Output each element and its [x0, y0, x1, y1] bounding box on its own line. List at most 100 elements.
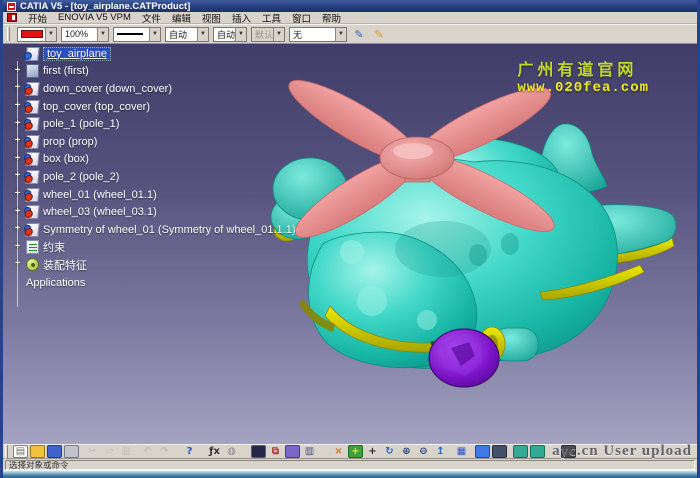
fly-mode-icon[interactable]: × [331, 445, 346, 458]
wireframe-view-icon[interactable] [530, 445, 545, 458]
cut-icon: ✂ [85, 445, 100, 458]
tree-item-first[interactable]: + first (first) [8, 63, 296, 81]
menu-file[interactable]: 文件 [142, 11, 161, 25]
assembly-features-icon [26, 258, 39, 271]
chevron-down-icon[interactable]: ▼ [97, 28, 108, 41]
menu-edit[interactable]: 编辑 [172, 11, 191, 25]
tree-item-wheel-01[interactable]: + wheel_01 (wheel_01.1) [8, 186, 296, 204]
expand-icon[interactable]: + [13, 84, 22, 93]
expand-icon[interactable]: + [13, 67, 22, 76]
chevron-down-icon[interactable]: ▼ [149, 28, 160, 41]
specification-tree: toy_airplane + first (first) + down_cove… [8, 45, 296, 291]
tree-item-pole-2[interactable]: + pole_2 (pole_2) [8, 168, 296, 186]
standard-toolbar: ▤✂▱▥↶↷?ƒx◍⧉▥×++↻⊕⊖↥▦ ayc.cn User upload [3, 444, 697, 458]
menu-view[interactable]: 视图 [202, 11, 221, 25]
line-weight-value: 自动 [169, 28, 187, 41]
part-icon [25, 223, 39, 237]
painter-brush-icon[interactable]: ✎ [351, 27, 367, 42]
tree-item-symmetry-of-wheel-01[interactable]: + Symmetry of wheel_01 (Symmetry of whee… [8, 221, 296, 239]
shaded-view-icon[interactable] [492, 445, 507, 458]
part-icon [25, 135, 39, 149]
toolbar-grip[interactable] [5, 445, 8, 459]
opacity-value: 100% [65, 29, 88, 39]
line-type-combo[interactable]: ▼ [113, 27, 161, 42]
normal-view-icon[interactable]: ↥ [433, 445, 448, 458]
part-icon [25, 100, 39, 114]
expand-icon[interactable]: + [13, 172, 22, 181]
expand-icon[interactable]: + [13, 260, 22, 269]
catalog-browser-icon[interactable] [285, 445, 300, 458]
expand-icon[interactable]: + [13, 155, 22, 164]
layer-combo[interactable]: 无 ▼ [289, 27, 347, 42]
menu-tools[interactable]: 工具 [262, 11, 281, 25]
chevron-down-icon[interactable]: ▼ [235, 28, 246, 41]
pan-icon[interactable]: + [365, 445, 380, 458]
tree-item-pole-1[interactable]: + pole_1 (pole_1) [8, 115, 296, 133]
hidden-line-view-icon[interactable] [513, 445, 528, 458]
menu-start[interactable]: 开始 [28, 11, 47, 25]
render-style-combo: 默认 ▼ [251, 27, 285, 42]
part-icon [25, 188, 39, 202]
expand-icon[interactable]: + [13, 208, 22, 217]
standard-toolbar-icons: ▤✂▱▥↶↷?ƒx◍⧉▥×++↻⊕⊖↥▦ [11, 445, 576, 458]
toolbar-grip[interactable] [7, 27, 10, 41]
undo-icon: ↶ [140, 445, 155, 458]
tree-item-wheel-03[interactable]: + wheel_03 (wheel_03.1) [8, 203, 296, 221]
tree-item-top-cover[interactable]: + top_cover (top_cover) [8, 98, 296, 116]
copy-icon: ▱ [102, 445, 117, 458]
zoom-out-icon[interactable]: ⊖ [416, 445, 431, 458]
menu-enovia[interactable]: ENOVIA V5 VPM [58, 12, 131, 23]
save-icon[interactable] [47, 445, 62, 458]
tree-item-constraints[interactable]: + 约束 [8, 239, 296, 257]
formula-icon[interactable]: ƒx [207, 445, 222, 458]
part-icon [25, 117, 39, 131]
color-combo[interactable]: ▼ [17, 27, 57, 42]
tree-item-down-cover[interactable]: + down_cover (down_cover) [8, 80, 296, 98]
data-structure-icon[interactable]: ▥ [302, 445, 317, 458]
tree-item-assembly-features[interactable]: + 装配特征 [8, 256, 296, 274]
title-bar[interactable]: CATIA V5 - [toy_airplane.CATProduct] [3, 0, 697, 12]
chat-icon[interactable]: ◍ [224, 445, 239, 458]
tree-item-toy-airplane[interactable]: toy_airplane [8, 45, 296, 63]
multi-view-icon[interactable]: ▦ [454, 445, 469, 458]
iso-view-icon[interactable] [475, 445, 490, 458]
fit-all-in-icon[interactable]: + [348, 445, 363, 458]
expand-icon[interactable]: + [13, 190, 22, 199]
line-weight-combo[interactable]: 自动 ▼ [165, 27, 209, 42]
chevron-down-icon[interactable]: ▼ [45, 28, 56, 41]
chevron-down-icon[interactable]: ▼ [335, 28, 346, 41]
3d-viewport[interactable]: 广州有道官网 www.020fea.com toy_airplane + fir… [3, 44, 697, 444]
screen-tips-icon[interactable] [251, 445, 266, 458]
expand-icon[interactable]: + [13, 225, 22, 234]
zoom-in-icon[interactable]: ⊕ [399, 445, 414, 458]
render-style-value: 默认 [255, 28, 273, 41]
menu-window[interactable]: 窗口 [292, 11, 311, 25]
constraints-icon [26, 240, 39, 254]
status-message: 选择对象或命令 [5, 460, 695, 470]
paint-wizard-icon[interactable]: ✎ [371, 27, 387, 42]
tree-item-box[interactable]: + box (box) [8, 151, 296, 169]
point-style-combo[interactable]: 自动 ▼ [213, 27, 247, 42]
link-manager-icon[interactable]: ⧉ [268, 445, 283, 458]
expand-icon[interactable]: + [13, 137, 22, 146]
capture-icon[interactable] [561, 445, 576, 458]
new-document-icon[interactable]: ▤ [13, 445, 28, 458]
rotate-icon[interactable]: ↻ [382, 445, 397, 458]
expand-icon[interactable]: + [13, 120, 22, 129]
tree-item-prop[interactable]: + prop (prop) [8, 133, 296, 151]
open-folder-icon[interactable] [30, 445, 45, 458]
help-icon[interactable]: ? [182, 445, 197, 458]
chevron-down-icon: ▼ [273, 28, 284, 41]
menu-insert[interactable]: 插入 [232, 11, 251, 25]
layer-value: 无 [293, 28, 302, 41]
chevron-down-icon[interactable]: ▼ [197, 28, 208, 41]
print-icon[interactable] [64, 445, 79, 458]
tree-item-applications[interactable]: Applications [8, 274, 296, 292]
point-style-value: 自动 [217, 28, 235, 41]
line-type-sample [117, 33, 143, 35]
expand-icon[interactable]: + [13, 102, 22, 111]
menu-help[interactable]: 帮助 [322, 11, 341, 25]
wheel-assembly[interactable] [429, 329, 499, 387]
expand-icon[interactable]: + [13, 243, 22, 252]
opacity-combo[interactable]: 100% ▼ [61, 27, 109, 42]
